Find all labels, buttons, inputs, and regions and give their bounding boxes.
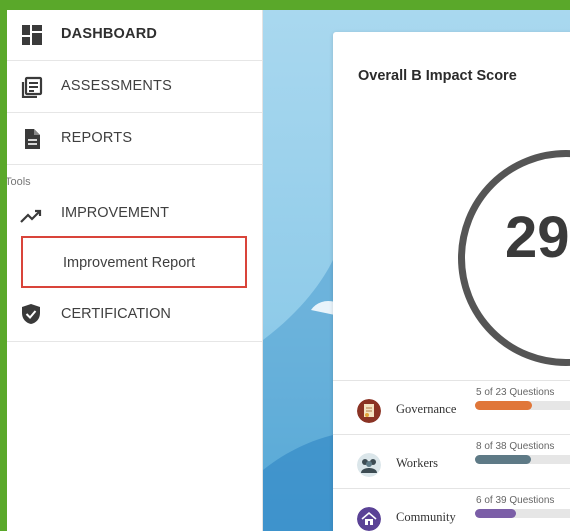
main-content: Overall B Impact Score 29 Governance 5 o… (263, 10, 570, 531)
sidebar-item-label: ASSESSMENTS (61, 78, 172, 94)
sidebar-item-label: REPORTS (61, 130, 133, 146)
category-name: Community (396, 510, 456, 524)
question-count: 8 of 38 Questions (476, 441, 555, 452)
certificate-icon (357, 399, 381, 423)
question-count: 5 of 23 Questions (476, 387, 555, 398)
document-icon (25, 129, 40, 149)
sidebar-item-assessments[interactable]: ASSESSMENTS (7, 62, 262, 113)
category-row-workers[interactable]: Workers 8 of 38 Questions (333, 434, 570, 489)
card-title: Overall B Impact Score (358, 68, 517, 84)
house-icon (357, 507, 381, 531)
score-value: 29 (505, 205, 570, 270)
sidebar: DASHBOARD ASSESSMENTS REPORTS Tools IMPR… (7, 10, 263, 531)
sidebar-item-label: IMPROVEMENT (61, 205, 169, 221)
sidebar-item-improvement-report[interactable]: Improvement Report (21, 236, 247, 288)
category-name: Governance (396, 402, 457, 416)
progress-bar (475, 455, 570, 464)
category-row-community[interactable]: Community 6 of 39 Questions (333, 488, 570, 531)
assessments-icon (21, 76, 43, 98)
progress-fill (475, 455, 531, 464)
sidebar-item-certification[interactable]: CERTIFICATION (7, 290, 262, 342)
dashboard-icon (22, 25, 42, 45)
tools-section-label: Tools (7, 176, 31, 188)
progress-bar (475, 509, 570, 518)
sidebar-item-label: CERTIFICATION (61, 306, 171, 322)
app-window: DASHBOARD ASSESSMENTS REPORTS Tools IMPR… (7, 10, 570, 531)
progress-bar (475, 401, 570, 410)
category-row-governance[interactable]: Governance 5 of 23 Questions (333, 380, 570, 435)
sidebar-item-dashboard[interactable]: DASHBOARD (7, 10, 262, 61)
sidebar-item-reports[interactable]: REPORTS (7, 114, 262, 165)
progress-fill (475, 509, 516, 518)
sidebar-item-improvement[interactable]: IMPROVEMENT (7, 196, 262, 236)
sidebar-item-label: DASHBOARD (61, 26, 158, 42)
score-card: Overall B Impact Score 29 Governance 5 o… (333, 32, 570, 531)
trending-up-icon (20, 209, 42, 223)
question-count: 6 of 39 Questions (476, 495, 555, 506)
progress-fill (475, 401, 533, 410)
shield-check-icon (22, 304, 40, 324)
people-icon (357, 453, 381, 477)
category-name: Workers (396, 456, 439, 470)
sidebar-item-label: Improvement Report (63, 255, 196, 271)
